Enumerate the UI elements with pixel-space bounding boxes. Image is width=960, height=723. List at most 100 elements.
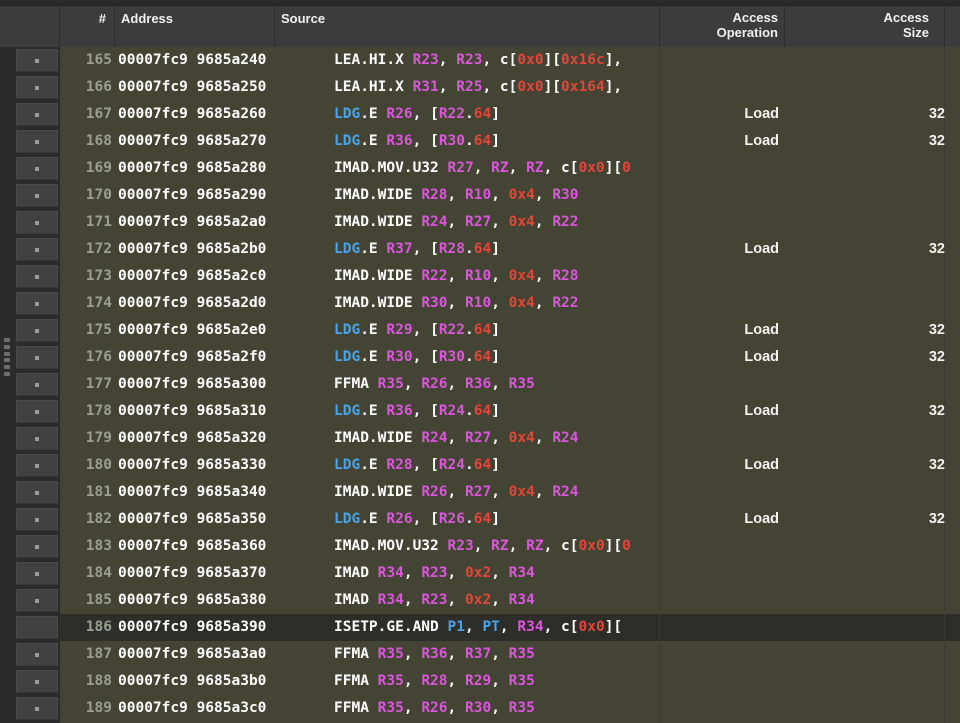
source-token-num: 0x4 <box>508 268 535 284</box>
instruction-list[interactable]: 165 00007fc9 9685a240 LEA.HI.X R23, R23, c… <box>0 47 960 723</box>
table-row[interactable]: 180 00007fc9 9685a330 LDG.E R28, [R24.64] L… <box>0 452 960 479</box>
row-address: 00007fc9 9685a300 <box>118 376 267 392</box>
gutter-dot-icon <box>35 139 39 144</box>
table-row[interactable]: 184 00007fc9 9685a370 IMAD R34, R23, 0x2, … <box>0 560 960 587</box>
table-row[interactable]: 188 00007fc9 9685a3b0 FFMA R35, R28, R29, … <box>0 668 960 695</box>
source-token-pun: ], <box>604 79 623 95</box>
breakpoint-gutter-cell[interactable] <box>16 373 58 396</box>
breakpoint-gutter-cell[interactable] <box>16 481 58 504</box>
breakpoint-gutter-cell[interactable] <box>16 211 58 234</box>
breakpoint-gutter-cell[interactable] <box>16 319 58 342</box>
source-token-reg: R22 <box>438 322 466 338</box>
row-line-number: 186 <box>85 619 112 635</box>
row-access-operation <box>664 641 779 668</box>
row-line-number: 177 <box>85 376 112 392</box>
breakpoint-gutter-cell[interactable] <box>16 292 58 315</box>
table-row[interactable]: 176 00007fc9 9685a2f0 LDG.E R30, [R30.64] L… <box>0 344 960 371</box>
source-token-reg: R27 <box>447 160 474 176</box>
table-row[interactable]: 175 00007fc9 9685a2e0 LDG.E R29, [R22.64] L… <box>0 317 960 344</box>
row-line-number: 181 <box>85 484 112 500</box>
source-token-reg: R35 <box>508 646 535 662</box>
table-row[interactable]: 171 00007fc9 9685a2a0 IMAD.WIDE R24, R27, … <box>0 209 960 236</box>
breakpoint-gutter-cell[interactable] <box>16 49 58 72</box>
breakpoint-gutter-cell[interactable] <box>16 238 58 261</box>
gutter-dot-icon <box>35 355 39 360</box>
source-token-num: 0 <box>622 160 631 176</box>
column-header-number[interactable]: # <box>60 6 115 47</box>
breakpoint-gutter-cell[interactable] <box>16 589 58 612</box>
table-row[interactable]: 183 00007fc9 9685a360 IMAD.MOV.U32 R23, RZ… <box>0 533 960 560</box>
row-access-operation: Load <box>744 133 779 149</box>
table-row[interactable]: 169 00007fc9 9685a280 IMAD.MOV.U32 R27, RZ… <box>0 155 960 182</box>
table-row[interactable]: 170 00007fc9 9685a290 IMAD.WIDE R28, R10, … <box>0 182 960 209</box>
source-token-pun: , <box>473 160 492 176</box>
breakpoint-gutter-cell[interactable] <box>16 427 58 450</box>
breakpoint-gutter-cell[interactable] <box>16 643 58 666</box>
breakpoint-gutter-cell[interactable] <box>16 157 58 180</box>
column-header-gutter[interactable] <box>0 6 60 47</box>
breakpoint-gutter-cell[interactable] <box>16 697 58 720</box>
breakpoint-gutter-cell[interactable] <box>16 184 58 207</box>
breakpoint-gutter-cell[interactable] <box>16 76 58 99</box>
row-line-number: 172 <box>85 241 112 257</box>
row-source-instruction: FFMA R35, R28, R29, R35 <box>334 668 660 695</box>
row-access-operation <box>664 74 779 101</box>
source-token-op: .E <box>360 106 387 122</box>
table-row[interactable]: 182 00007fc9 9685a350 LDG.E R26, [R26.64] L… <box>0 506 960 533</box>
table-row[interactable]: 185 00007fc9 9685a380 IMAD R34, R23, 0x2, … <box>0 587 960 614</box>
resize-grip-handle[interactable] <box>3 338 12 376</box>
table-row[interactable]: 165 00007fc9 9685a240 LEA.HI.X R23, R23, c… <box>0 47 960 74</box>
row-source-instruction: LDG.E R26, [R22.64] <box>334 101 660 128</box>
row-address: 00007fc9 9685a350 <box>118 511 267 527</box>
column-header-access-size[interactable]: Access Size <box>785 6 945 47</box>
source-token-reg: R34 <box>377 592 404 608</box>
source-token-pun: , <box>491 376 509 392</box>
table-row[interactable]: 187 00007fc9 9685a3a0 FFMA R35, R36, R37, … <box>0 641 960 668</box>
row-source-instruction: IMAD.MOV.U32 R27, RZ, RZ, c[0x0][0 <box>334 155 660 182</box>
breakpoint-gutter-cell[interactable] <box>16 130 58 153</box>
breakpoint-gutter-cell[interactable] <box>16 562 58 585</box>
source-token-op: .E <box>360 403 387 419</box>
source-token-pun: , <box>403 565 422 581</box>
breakpoint-gutter-cell[interactable] <box>16 454 58 477</box>
column-header-extra[interactable] <box>945 6 960 47</box>
breakpoint-gutter-cell[interactable] <box>16 400 58 423</box>
row-line-number: 169 <box>85 160 112 176</box>
row-source-instruction: IMAD.WIDE R24, R27, 0x4, R24 <box>334 425 660 452</box>
table-row[interactable]: 186 00007fc9 9685a390 ISETP.GE.AND P1, PT,… <box>0 614 960 641</box>
source-token-pun: , <box>491 295 509 311</box>
table-row[interactable]: 168 00007fc9 9685a270 LDG.E R36, [R30.64] L… <box>0 128 960 155</box>
breakpoint-gutter-cell[interactable] <box>16 670 58 693</box>
source-token-num: 0x0 <box>517 79 544 95</box>
breakpoint-gutter-cell[interactable] <box>16 616 58 639</box>
table-row[interactable]: 172 00007fc9 9685a2b0 LDG.E R37, [R28.64] L… <box>0 236 960 263</box>
source-token-reg: R29 <box>465 673 492 689</box>
table-row[interactable]: 178 00007fc9 9685a310 LDG.E R36, [R24.64] L… <box>0 398 960 425</box>
source-token-reg: R24 <box>552 430 579 446</box>
source-token-pun: ][ <box>604 538 623 554</box>
breakpoint-gutter-cell[interactable] <box>16 508 58 531</box>
table-row[interactable]: 174 00007fc9 9685a2d0 IMAD.WIDE R30, R10, … <box>0 290 960 317</box>
breakpoint-gutter-cell[interactable] <box>16 535 58 558</box>
breakpoint-gutter-cell[interactable] <box>16 265 58 288</box>
column-header-address[interactable]: Address <box>115 6 275 47</box>
column-header-access-operation[interactable]: Access Operation <box>660 6 785 47</box>
column-header-source[interactable]: Source <box>275 6 660 47</box>
table-row[interactable]: 179 00007fc9 9685a320 IMAD.WIDE R24, R27, … <box>0 425 960 452</box>
row-address: 00007fc9 9685a2f0 <box>118 349 267 365</box>
table-row[interactable]: 181 00007fc9 9685a340 IMAD.WIDE R26, R27, … <box>0 479 960 506</box>
table-row[interactable]: 167 00007fc9 9685a260 LDG.E R26, [R22.64] L… <box>0 101 960 128</box>
table-row[interactable]: 173 00007fc9 9685a2c0 IMAD.WIDE R22, R10, … <box>0 263 960 290</box>
table-row[interactable]: 166 00007fc9 9685a250 LEA.HI.X R31, R25, c… <box>0 74 960 101</box>
breakpoint-gutter-cell[interactable] <box>16 346 58 369</box>
source-token-pun: ] <box>491 322 500 338</box>
source-token-num: 64 <box>473 457 492 473</box>
source-token-reg: R30 <box>552 187 579 203</box>
breakpoint-gutter-cell[interactable] <box>16 103 58 126</box>
gutter-dot-icon <box>35 247 39 252</box>
row-access-size <box>790 371 945 398</box>
table-row[interactable]: 189 00007fc9 9685a3c0 FFMA R35, R26, R30, … <box>0 695 960 722</box>
row-address: 00007fc9 9685a270 <box>118 133 267 149</box>
table-row[interactable]: 177 00007fc9 9685a300 FFMA R35, R26, R36, … <box>0 371 960 398</box>
source-token-reg: R30 <box>438 133 466 149</box>
